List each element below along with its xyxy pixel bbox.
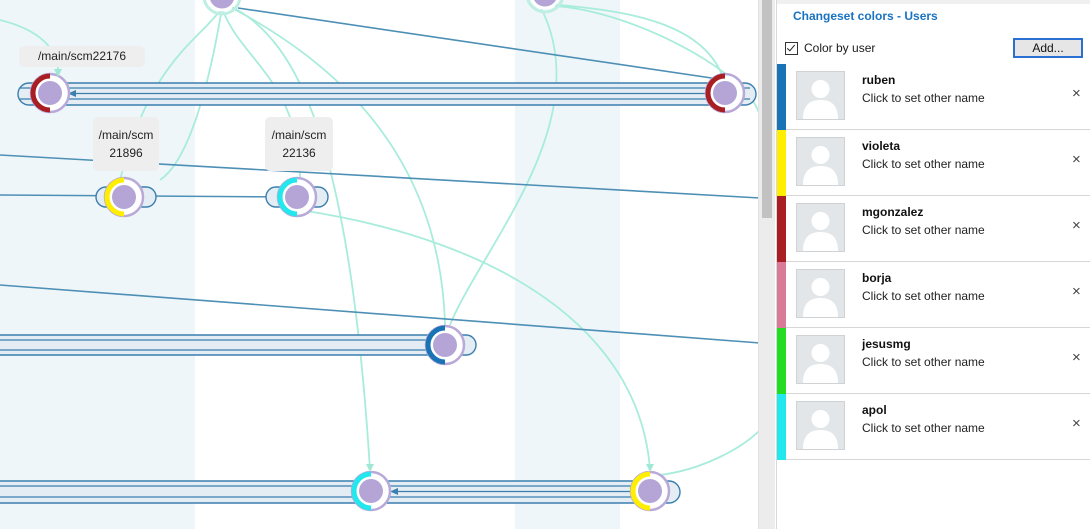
user-name: ruben [862,73,896,87]
remove-user-icon[interactable]: × [1072,86,1081,101]
column-shade [515,0,620,529]
rename-user-link[interactable]: Click to set other name [862,91,985,105]
user-list: ruben Click to set other name × violeta … [777,64,1090,460]
user-name: apol [862,403,887,417]
user-row[interactable]: apol Click to set other name × [777,394,1090,460]
rename-user-link[interactable]: Click to set other name [862,421,985,435]
branch-label-line: 21896 [109,146,143,160]
avatar [796,137,845,186]
user-color-swatch[interactable] [777,130,786,196]
color-by-user-option[interactable]: Color by user [785,41,875,55]
add-user-button[interactable]: Add... [1013,38,1083,58]
column-shade [0,0,195,529]
user-name: borja [862,271,892,285]
rename-user-link[interactable]: Click to set other name [862,157,985,171]
branch-label-line: 22136 [282,146,316,160]
user-color-swatch[interactable] [777,328,786,394]
branch-explorer-graph[interactable]: /main/scm22176 /main/scm 21896 /main/scm… [0,0,760,529]
user-row[interactable]: jesusmg Click to set other name × [777,328,1090,394]
rename-user-link[interactable]: Click to set other name [862,289,985,303]
user-color-swatch[interactable] [777,394,786,460]
panel-top-border [777,0,1090,4]
branch-label-line: /main/scm [98,128,154,142]
avatar [796,335,845,384]
avatar-placeholder-icon [803,146,838,185]
user-name: mgonzalez [862,205,924,219]
rename-user-link[interactable]: Click to set other name [862,355,985,369]
avatar [796,71,845,120]
avatar-placeholder-icon [803,278,838,317]
avatar [796,203,845,252]
user-row[interactable]: mgonzalez Click to set other name × [777,196,1090,262]
branch-label[interactable]: /main/scm 22136 [265,117,333,171]
changeset-node[interactable] [704,72,746,114]
branch-graph-canvas [0,0,760,529]
avatar-placeholder-icon [803,344,838,383]
color-by-user-checkbox[interactable] [785,41,798,55]
branch-label-line: /main/scm [271,128,327,142]
remove-user-icon[interactable]: × [1072,152,1081,167]
user-color-swatch[interactable] [777,64,786,130]
avatar-placeholder-icon [803,212,838,251]
user-name: jesusmg [862,337,911,351]
user-color-swatch[interactable] [777,196,786,262]
scrollbar-thumb[interactable] [762,0,772,218]
avatar [796,269,845,318]
remove-user-icon[interactable]: × [1072,284,1081,299]
avatar-placeholder-icon [803,80,838,119]
changeset-node[interactable] [103,176,145,218]
changeset-node[interactable] [29,72,71,114]
avatar-placeholder-icon [803,410,838,449]
user-row[interactable]: violeta Click to set other name × [777,130,1090,196]
user-row[interactable]: borja Click to set other name × [777,262,1090,328]
changeset-node[interactable] [424,324,466,366]
changeset-node[interactable] [276,176,318,218]
changeset-node[interactable] [350,470,392,512]
remove-user-icon[interactable]: × [1072,416,1081,431]
user-row[interactable]: ruben Click to set other name × [777,64,1090,130]
rename-user-link[interactable]: Click to set other name [862,223,985,237]
branch-label[interactable]: /main/scm 21896 [93,117,159,171]
changeset-colors-panel: Changeset colors - Users Color by user A… [776,0,1090,529]
user-color-swatch[interactable] [777,262,786,328]
vertical-scrollbar[interactable] [758,0,775,529]
avatar [796,401,845,450]
panel-title: Changeset colors - Users [793,9,938,23]
remove-user-icon[interactable]: × [1072,218,1081,233]
user-name: violeta [862,139,901,153]
color-by-user-label: Color by user [804,41,876,55]
branch-label[interactable]: /main/scm22176 [19,46,145,67]
remove-user-icon[interactable]: × [1072,350,1081,365]
changeset-node[interactable] [629,470,671,512]
